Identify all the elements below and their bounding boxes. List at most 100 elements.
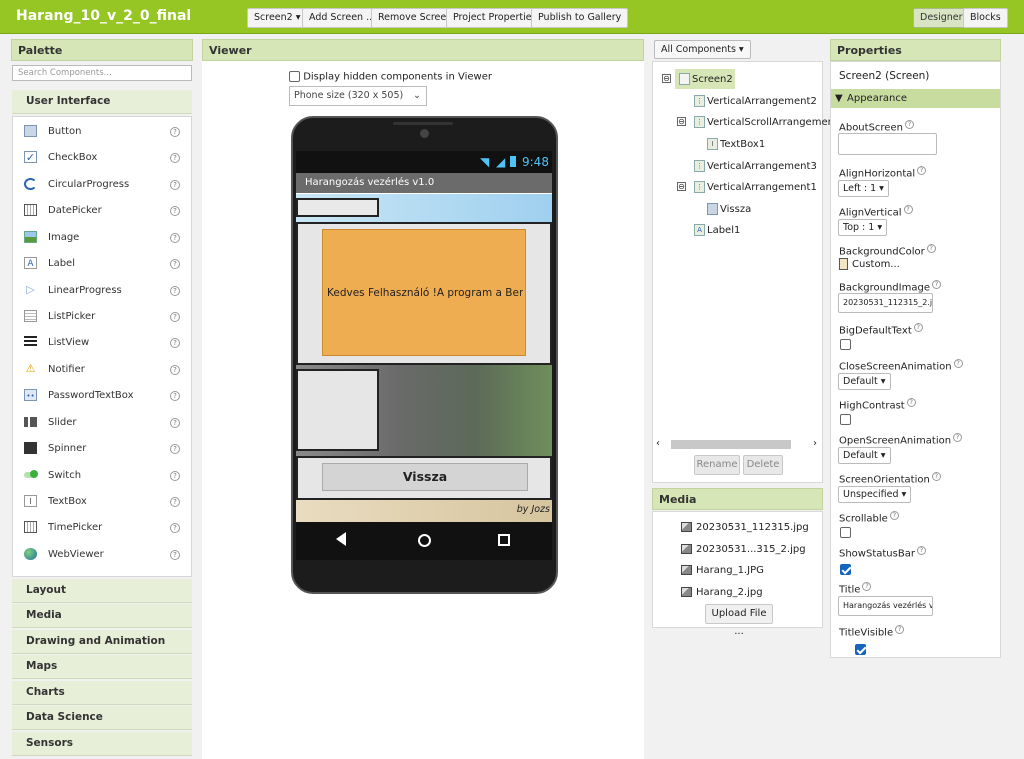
collapse-icon[interactable]: ⊖ [662, 74, 671, 83]
help-icon[interactable]: ? [170, 286, 180, 296]
media-file[interactable]: Harang_1.JPG [681, 565, 764, 576]
help-icon[interactable]: ? [170, 444, 180, 454]
tree-item-textbox1[interactable]: I TextBox1 [707, 138, 765, 150]
chevron-left-icon[interactable]: ‹ [656, 438, 660, 449]
publish-gallery-button[interactable]: Publish to Gallery [531, 8, 629, 28]
help-icon[interactable]: ? [953, 433, 963, 442]
palette-item-textbox[interactable]: I TextBox ? [13, 488, 191, 514]
media-file[interactable]: 20230531_112315.jpg [681, 522, 809, 533]
help-icon[interactable]: ? [903, 205, 913, 214]
tree-item-verticalarrangement1[interactable]: ⋮ VerticalArrangement1 [694, 181, 817, 193]
help-icon[interactable]: ? [170, 233, 180, 243]
vertical-arrangement-2[interactable] [296, 194, 552, 222]
all-components-select[interactable]: All Components ▾ [654, 40, 751, 59]
palette-item-linearprogress[interactable]: ▷ LinearProgress ? [13, 277, 191, 303]
palette-item-timepicker[interactable]: TimePicker ? [13, 514, 191, 540]
palette-section-sensors[interactable]: Sensors [12, 732, 192, 756]
help-icon[interactable]: ? [170, 471, 180, 481]
chevron-right-icon[interactable]: › [813, 438, 817, 449]
help-icon[interactable]: ? [906, 398, 916, 407]
align-horizontal-select[interactable]: Left : 1 ▾ [838, 180, 889, 197]
tree-horizontal-scrollbar[interactable]: ‹ › [656, 438, 819, 450]
rename-button[interactable]: Rename [694, 455, 740, 475]
hidden-components-toggle[interactable]: Display hidden components in Viewer [289, 71, 492, 83]
help-icon[interactable]: ? [917, 166, 927, 175]
vertical-scroll-arrangement[interactable]: Kedves Felhasználó !A program a Ber: [296, 222, 552, 365]
tree-item-vissza[interactable]: Vissza [707, 203, 751, 215]
palette-item-listview[interactable]: ListView ? [13, 329, 191, 355]
help-icon[interactable]: ? [913, 323, 923, 332]
palette-section-media[interactable]: Media [12, 604, 192, 628]
help-icon[interactable]: ? [170, 365, 180, 375]
inner-arrangement-box-2[interactable] [296, 369, 379, 451]
palette-item-webviewer[interactable]: WebViewer ? [13, 541, 191, 567]
help-icon[interactable]: ? [170, 153, 180, 163]
help-icon[interactable]: ? [895, 625, 905, 634]
palette-item-label[interactable]: A Label ? [13, 250, 191, 276]
scrollbar-thumb[interactable] [671, 440, 791, 449]
screen-select[interactable]: Screen2 ▾ [247, 8, 308, 28]
palette-item-button[interactable]: Button ? [13, 118, 191, 144]
phone-size-select[interactable]: Phone size (320 x 505) ⌄ [289, 86, 427, 106]
upload-file-button[interactable]: Upload File ... [705, 604, 773, 637]
highcontrast-checkbox[interactable] [840, 414, 851, 425]
titlevisible-checkbox[interactable] [854, 643, 866, 655]
tree-item-verticalscrollarrangement[interactable]: ⋮ VerticalScrollArrangemen [694, 116, 834, 128]
bigdefaulttext-checkbox[interactable] [840, 339, 851, 350]
help-icon[interactable]: ? [904, 120, 914, 129]
palette-search-input[interactable]: Search Components... [12, 65, 192, 81]
palette-item-spinner[interactable]: Spinner ? [13, 435, 191, 461]
tree-item-screen2[interactable]: Screen2 [679, 73, 733, 85]
project-properties-button[interactable]: Project Properties [446, 8, 544, 28]
palette-section-user-interface[interactable]: User Interface [12, 90, 192, 114]
help-icon[interactable]: ? [170, 497, 180, 507]
help-icon[interactable]: ? [916, 546, 926, 555]
palette-section-data-science[interactable]: Data Science [12, 706, 192, 730]
tree-item-verticalarrangement3[interactable]: ⋮ VerticalArrangement3 [694, 160, 817, 172]
open-screen-animation-select[interactable]: Default ▾ [838, 447, 891, 464]
palette-item-passwordtextbox[interactable]: •• PasswordTextBox ? [13, 382, 191, 408]
vertical-arrangement-3[interactable] [296, 365, 552, 456]
background-image-picker[interactable]: 20230531_112315_2.jpg... [838, 293, 933, 313]
blocks-button[interactable]: Blocks [963, 8, 1008, 28]
palette-section-layout[interactable]: Layout [12, 579, 192, 603]
palette-item-circularprogress[interactable]: CircularProgress ? [13, 171, 191, 197]
help-icon[interactable]: ? [862, 582, 872, 591]
help-icon[interactable]: ? [170, 259, 180, 269]
help-icon[interactable]: ? [931, 472, 941, 481]
hidden-components-checkbox[interactable] [289, 71, 300, 82]
help-icon[interactable]: ? [926, 244, 936, 253]
help-icon[interactable]: ? [170, 523, 180, 533]
aboutscreen-textarea[interactable] [838, 133, 937, 155]
palette-item-notifier[interactable]: ⚠ Notifier ? [13, 356, 191, 382]
palette-item-slider[interactable]: Slider ? [13, 409, 191, 435]
palette-item-switch[interactable]: Switch ? [13, 462, 191, 488]
scrollable-checkbox[interactable] [840, 527, 851, 538]
help-icon[interactable]: ? [170, 550, 180, 560]
tree-item-verticalarrangement2[interactable]: ⋮ VerticalArrangement2 [694, 95, 817, 107]
vertical-arrangement-1[interactable]: Vissza [296, 456, 552, 500]
media-file[interactable]: Harang_2.jpg [681, 587, 763, 598]
palette-item-checkbox[interactable]: ✓ CheckBox ? [13, 144, 191, 170]
palette-section-drawing[interactable]: Drawing and Animation [12, 630, 192, 654]
tree-item-label1[interactable]: A Label1 [694, 224, 740, 236]
align-vertical-select[interactable]: Top : 1 ▾ [838, 219, 888, 236]
screen-orientation-select[interactable]: Unspecified ▾ [838, 486, 912, 503]
help-icon[interactable]: ? [931, 280, 941, 289]
designer-button[interactable]: Designer [913, 8, 970, 28]
palette-item-listpicker[interactable]: ListPicker ? [13, 303, 191, 329]
collapse-icon[interactable]: ⊖ [677, 182, 686, 191]
media-file[interactable]: 20230531...315_2.jpg [681, 544, 806, 555]
help-icon[interactable]: ? [170, 127, 180, 137]
help-icon[interactable]: ? [170, 418, 180, 428]
showstatusbar-checkbox[interactable] [840, 563, 851, 575]
background-color-picker[interactable]: Custom... [839, 258, 900, 270]
palette-section-charts[interactable]: Charts [12, 681, 192, 705]
title-input[interactable]: Harangozás vezérlés v1. [838, 596, 933, 616]
palette-section-maps[interactable]: Maps [12, 655, 192, 679]
palette-item-datepicker[interactable]: DatePicker ? [13, 197, 191, 223]
help-icon[interactable]: ? [170, 312, 180, 322]
help-icon[interactable]: ? [170, 338, 180, 348]
vissza-button[interactable]: Vissza [322, 463, 528, 491]
help-icon[interactable]: ? [170, 180, 180, 190]
